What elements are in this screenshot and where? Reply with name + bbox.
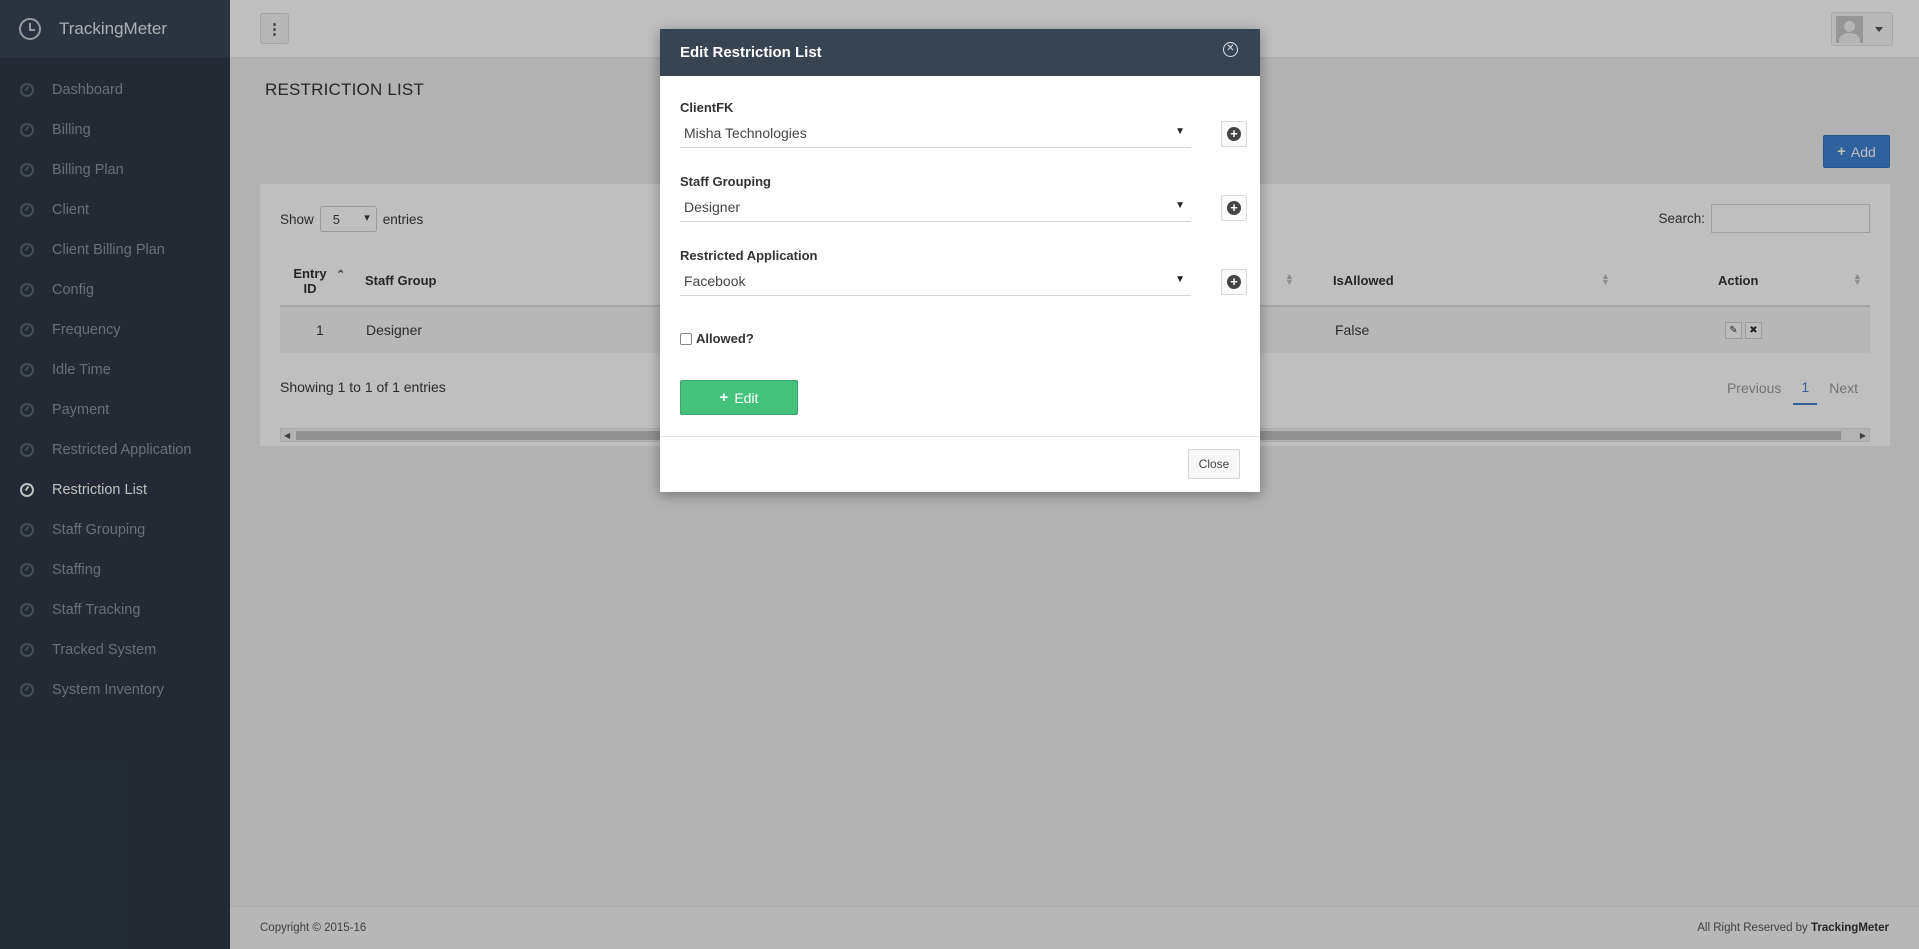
allowed-checkbox[interactable] — [680, 332, 692, 345]
allowed-label: Allowed? — [696, 331, 754, 346]
add-staff-grouping-button[interactable]: + — [1221, 195, 1247, 221]
edit-submit-button[interactable]: + Edit — [680, 380, 798, 415]
client-value: Misha Technologies — [684, 125, 807, 141]
restricted-application-select[interactable]: Facebook ▼ — [680, 267, 1191, 296]
edit-button-label: Edit — [734, 389, 759, 406]
restricted-application-label: Restricted Application — [680, 248, 818, 263]
modal-header: Edit Restriction List ✕ — [660, 29, 1260, 76]
dropdown-arrow-icon: ▼ — [1175, 126, 1185, 137]
dropdown-arrow-icon: ▼ — [1175, 274, 1185, 285]
client-select[interactable]: Misha Technologies ▼ — [680, 119, 1191, 148]
edit-restriction-modal: Edit Restriction List ✕ ClientFK Misha T… — [660, 29, 1260, 492]
plus-circle-icon: + — [1227, 127, 1241, 141]
staff-grouping-value: Designer — [684, 199, 741, 215]
plus-icon: + — [719, 389, 729, 406]
dropdown-arrow-icon: ▼ — [1175, 200, 1185, 211]
close-icon[interactable]: ✕ — [1223, 42, 1238, 57]
allowed-row: Allowed? — [680, 331, 754, 346]
staff-grouping-select[interactable]: Designer ▼ — [680, 193, 1191, 222]
close-button[interactable]: Close — [1188, 449, 1240, 479]
restricted-application-value: Facebook — [684, 273, 746, 289]
modal-title: Edit Restriction List — [680, 44, 822, 61]
client-field: ClientFK Misha Technologies ▼ + — [680, 100, 1247, 148]
restricted-application-field: Restricted Application Facebook ▼ + — [680, 248, 1247, 296]
add-restricted-application-button[interactable]: + — [1221, 269, 1247, 295]
plus-circle-icon: + — [1227, 201, 1241, 215]
staff-grouping-field: Staff Grouping Designer ▼ + — [680, 174, 1247, 222]
client-label: ClientFK — [680, 100, 734, 115]
modal-footer: Close — [660, 436, 1260, 492]
add-client-button[interactable]: + — [1221, 121, 1247, 147]
plus-circle-icon: + — [1227, 275, 1241, 289]
staff-grouping-label: Staff Grouping — [680, 174, 771, 189]
